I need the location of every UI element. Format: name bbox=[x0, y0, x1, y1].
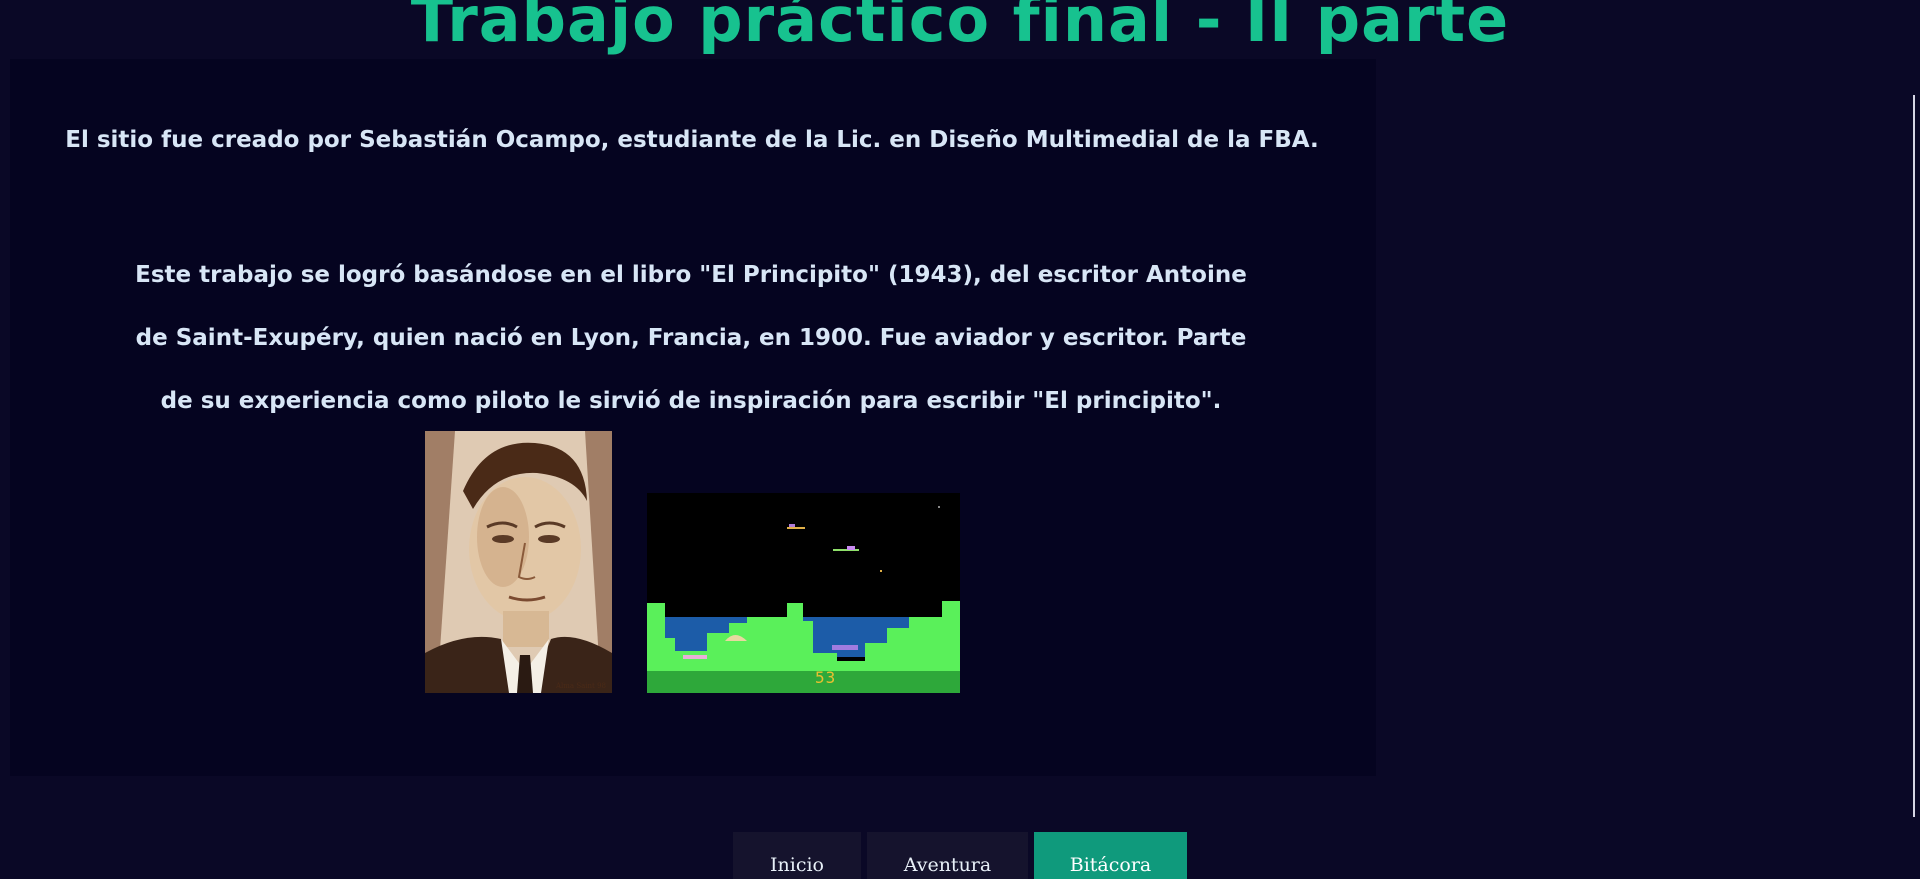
author-portrait-image: Alma Saint 98 bbox=[425, 431, 612, 693]
tab-inicio[interactable]: Inicio bbox=[733, 832, 861, 879]
game-scene bbox=[647, 493, 960, 693]
tab-aventura[interactable]: Aventura bbox=[867, 832, 1028, 879]
page: Trabajo práctico final - II parte El sit… bbox=[0, 0, 1920, 879]
game-score: 53 bbox=[815, 668, 837, 687]
credit-text: El sitio fue creado por Sebastián Ocampo… bbox=[65, 127, 1319, 153]
portrait-signature: Alma Saint 98 bbox=[556, 682, 606, 690]
tab-bitacora[interactable]: Bitácora bbox=[1034, 832, 1187, 879]
bottom-nav: Inicio Aventura Bitácora bbox=[733, 832, 1187, 879]
page-title: Trabajo práctico final - II parte bbox=[410, 0, 1510, 56]
bio-text: Este trabajo se logró basándose en el li… bbox=[135, 262, 1247, 414]
vertical-scrollbar[interactable] bbox=[1913, 95, 1915, 817]
game-screenshot-image: 53 bbox=[647, 493, 960, 693]
portrait-drawing bbox=[425, 431, 612, 693]
